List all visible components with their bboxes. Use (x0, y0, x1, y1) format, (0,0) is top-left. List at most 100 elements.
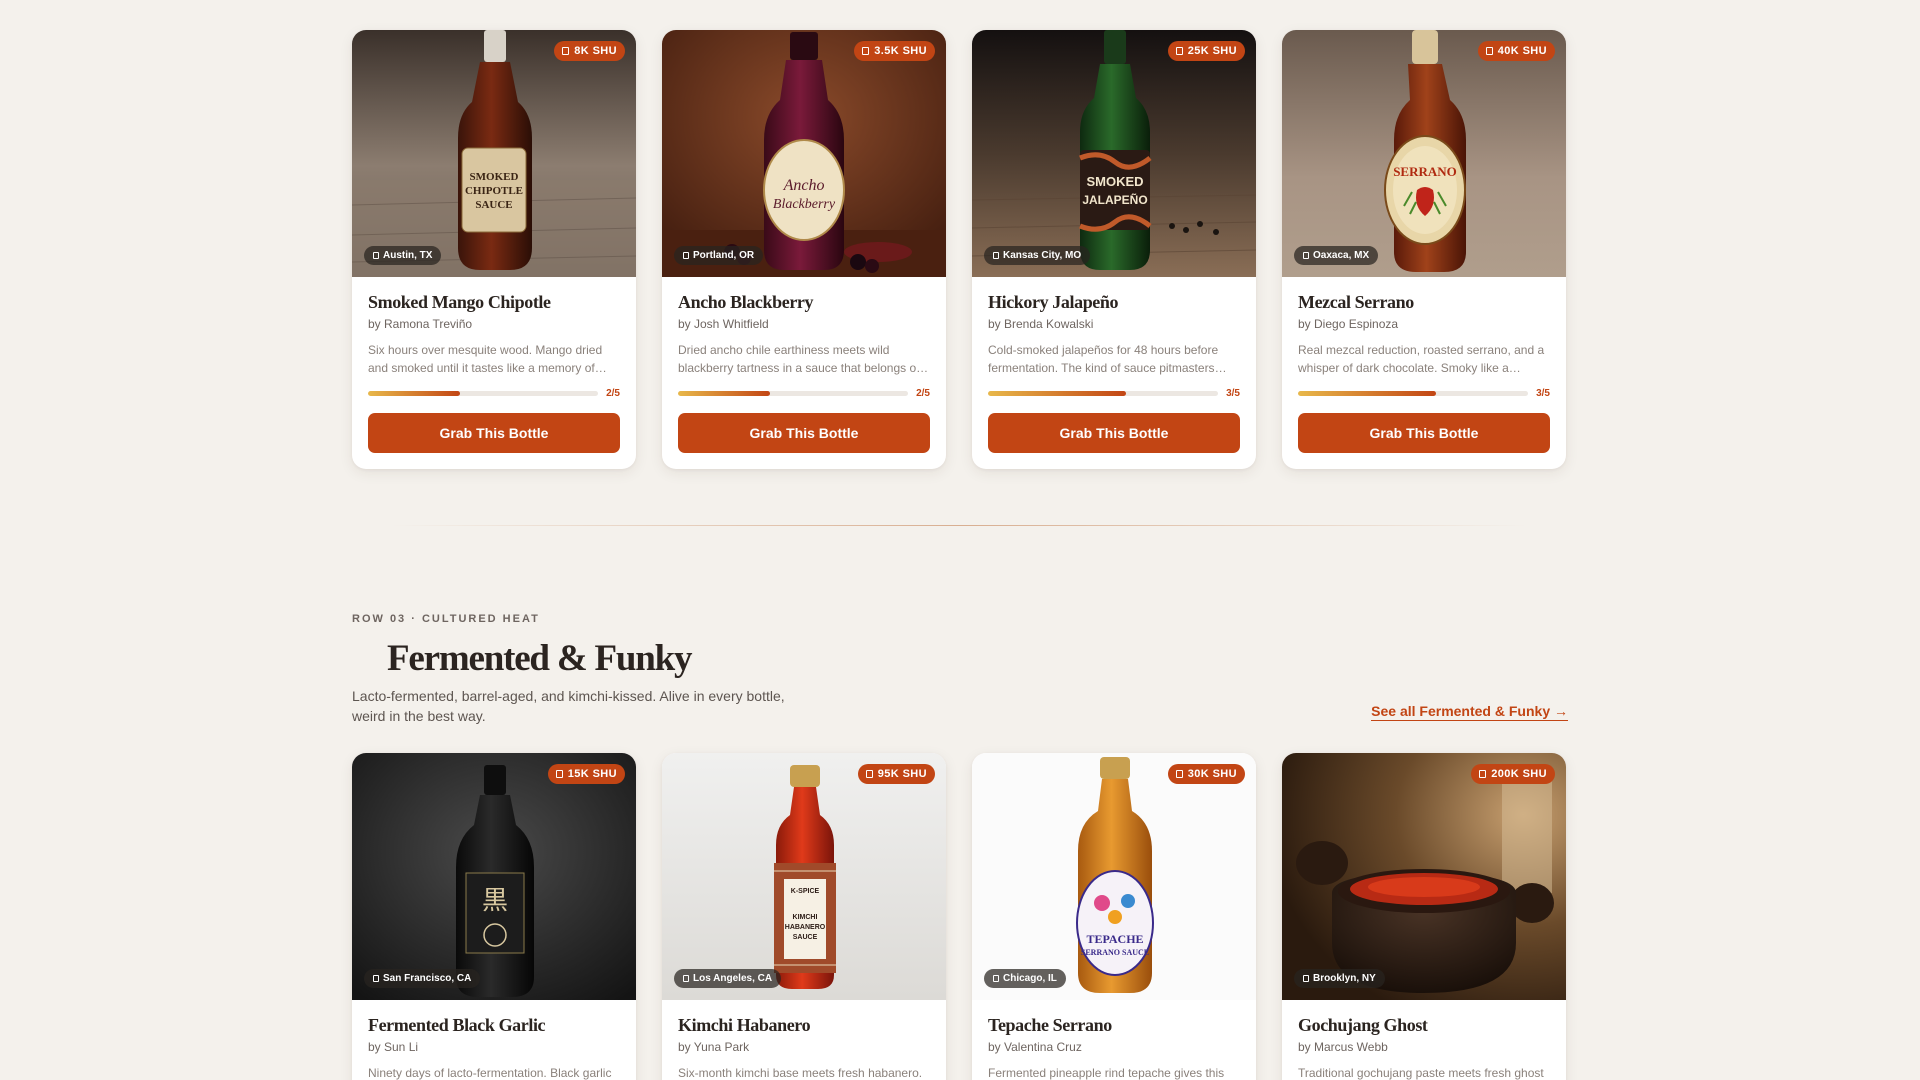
heat-track (988, 391, 1219, 396)
bottle-label-text: KIMCHI (793, 914, 818, 921)
product-title[interactable]: Kimchi Habanero (678, 1015, 930, 1036)
bottle-label-text: SERRANO (1393, 164, 1457, 179)
section-divider (392, 525, 1528, 526)
location-text: San Francisco, CA (383, 973, 472, 984)
shu-badge: 15K SHU (547, 764, 625, 784)
product-maker: by Brenda Kowalski (988, 317, 1094, 331)
heat-label: 2/5 (606, 388, 620, 399)
pin-icon (1303, 252, 1309, 259)
shu-badge: 30K SHU (1167, 764, 1245, 784)
location-badge: Oaxaca, MX (1294, 246, 1379, 265)
product-image[interactable]: SERRANO 40K SHU Oaxaca, MX (1282, 30, 1566, 277)
grab-bottle-button[interactable]: Grab This Bottle (988, 413, 1240, 453)
product-maker: by Ramona Treviño (368, 317, 473, 331)
product-card[interactable]: SMOKED JALAPEÑO 25K SHU Kansas City, MO … (972, 30, 1256, 469)
shu-badge: 25K SHU (1167, 41, 1245, 61)
shu-value: 25K SHU (1187, 45, 1237, 57)
bottle-label-text: Ancho (783, 177, 825, 194)
heat-fill (368, 391, 461, 396)
shu-badge: 3.5K SHU (854, 41, 935, 61)
bottle-label-text: HABANERO (785, 924, 826, 931)
location-badge: San Francisco, CA (364, 969, 481, 988)
bottle-image: SMOKED JALAPEÑO (972, 30, 1256, 277)
location-badge: Austin, TX (364, 246, 442, 265)
product-description: Six hours over mesquite wood. Mango drie… (368, 343, 603, 375)
bottle-image (1282, 753, 1566, 1000)
product-title[interactable]: Gochujang Ghost (1298, 1015, 1550, 1036)
bottle-label-text: K-SPICE (791, 888, 820, 895)
grab-bottle-button[interactable]: Grab This Bottle (678, 413, 930, 453)
product-title[interactable]: Smoked Mango Chipotle (368, 292, 620, 313)
product-description: Traditional gochujang paste meets fresh … (1298, 1066, 1544, 1080)
product-maker: by Valentina Cruz (988, 1040, 1082, 1054)
product-image[interactable]: 200K SHU Brooklyn, NY (1282, 753, 1566, 1000)
flame-icon (1485, 47, 1493, 55)
product-title[interactable]: Mezcal Serrano (1298, 292, 1550, 313)
location-text: Oaxaca, MX (1313, 250, 1370, 261)
product-card[interactable]: K-SPICE KIMCHI HABANERO SAUCE 95K SHU Lo… (662, 753, 946, 1080)
product-description: Six-month kimchi base meets fresh habane… (678, 1066, 923, 1080)
product-title[interactable]: Ancho Blackberry (678, 292, 930, 313)
product-maker: by Josh Whitfield (678, 317, 769, 331)
bottle-label-text: SMOKED (470, 171, 519, 183)
location-text: Portland, OR (693, 250, 755, 261)
flame-icon (1175, 770, 1183, 778)
product-title[interactable]: Hickory Jalapeño (988, 292, 1240, 313)
product-image[interactable]: SMOKED JALAPEÑO 25K SHU Kansas City, MO (972, 30, 1256, 277)
shu-badge: 95K SHU (857, 764, 935, 784)
bottle-label-text: SAUCE (475, 199, 512, 211)
product-card[interactable]: 黒 15K SHU San Francisco, CA Fermented Bl… (352, 753, 636, 1080)
product-card[interactable]: SERRANO 40K SHU Oaxaca, MX Mezcal Serran… (1282, 30, 1566, 469)
section-eyebrow: ROW 03 · CULTURED HEAT (352, 613, 540, 625)
location-text: Los Angeles, CA (693, 973, 773, 984)
shu-value: 3.5K SHU (874, 45, 927, 57)
product-image[interactable]: SMOKED CHIPOTLE SAUCE 8K SHU Austin, TX (352, 30, 636, 277)
shu-badge: 200K SHU (1471, 764, 1555, 784)
product-maker: by Marcus Webb (1298, 1040, 1388, 1054)
heat-fill (988, 391, 1127, 396)
product-title[interactable]: Tepache Serrano (988, 1015, 1240, 1036)
product-image[interactable]: 黒 15K SHU San Francisco, CA (352, 753, 636, 1000)
heat-meter: 2/5 (368, 388, 620, 399)
heat-meter: 2/5 (678, 388, 930, 399)
pin-icon (373, 252, 379, 259)
heat-meter: 3/5 (988, 388, 1240, 399)
bottle-image: SERRANO (1282, 30, 1566, 277)
shu-value: 15K SHU (567, 768, 617, 780)
location-text: Chicago, IL (1003, 973, 1057, 984)
product-description: Real mezcal reduction, roasted serrano, … (1298, 343, 1545, 375)
pin-icon (683, 975, 689, 982)
flame-icon (862, 47, 870, 55)
grab-bottle-button[interactable]: Grab This Bottle (1298, 413, 1550, 453)
product-maker: by Yuna Park (678, 1040, 750, 1054)
bottle-image: TEPACHE SERRANO SAUCE (972, 753, 1256, 1000)
product-image[interactable]: TEPACHE SERRANO SAUCE 30K SHU Chicago, I… (972, 753, 1256, 1000)
flame-icon (1479, 770, 1487, 778)
bottle-label-text: SERRANO SAUCE (1081, 948, 1149, 957)
grab-bottle-button[interactable]: Grab This Bottle (368, 413, 620, 453)
see-all-link[interactable]: See all Fermented & Funky → (1371, 703, 1568, 721)
location-badge: Chicago, IL (984, 969, 1066, 988)
product-image[interactable]: K-SPICE KIMCHI HABANERO SAUCE 95K SHU Lo… (662, 753, 946, 1000)
product-card[interactable]: SMOKED CHIPOTLE SAUCE 8K SHU Austin, TX … (352, 30, 636, 469)
product-image[interactable]: Ancho Blackberry 3.5K SHU Portland, OR (662, 30, 946, 277)
heat-track (678, 391, 909, 396)
heat-track (1298, 391, 1529, 396)
heat-label: 3/5 (1226, 388, 1240, 399)
row3-grid: 黒 15K SHU San Francisco, CA Fermented Bl… (352, 753, 1568, 1080)
product-description: Ninety days of lacto-fermentation. Black… (368, 1066, 612, 1080)
product-card[interactable]: 200K SHU Brooklyn, NY Gochujang Ghost by… (1282, 753, 1566, 1080)
product-maker: by Diego Espinoza (1298, 317, 1399, 331)
product-card[interactable]: TEPACHE SERRANO SAUCE 30K SHU Chicago, I… (972, 753, 1256, 1080)
shu-badge: 40K SHU (1477, 41, 1555, 61)
bottle-label-text: CHIPOTLE (465, 185, 523, 197)
shu-value: 95K SHU (877, 768, 927, 780)
product-card[interactable]: Ancho Blackberry 3.5K SHU Portland, OR A… (662, 30, 946, 469)
shu-value: 40K SHU (1497, 45, 1547, 57)
bottle-label-text: 黒 (482, 886, 508, 916)
pin-icon (993, 975, 999, 982)
product-description: Fermented pineapple rind tepache gives t… (988, 1066, 1225, 1080)
heat-fill (678, 391, 771, 396)
product-title[interactable]: Fermented Black Garlic (368, 1015, 620, 1036)
shu-value: 30K SHU (1187, 768, 1237, 780)
